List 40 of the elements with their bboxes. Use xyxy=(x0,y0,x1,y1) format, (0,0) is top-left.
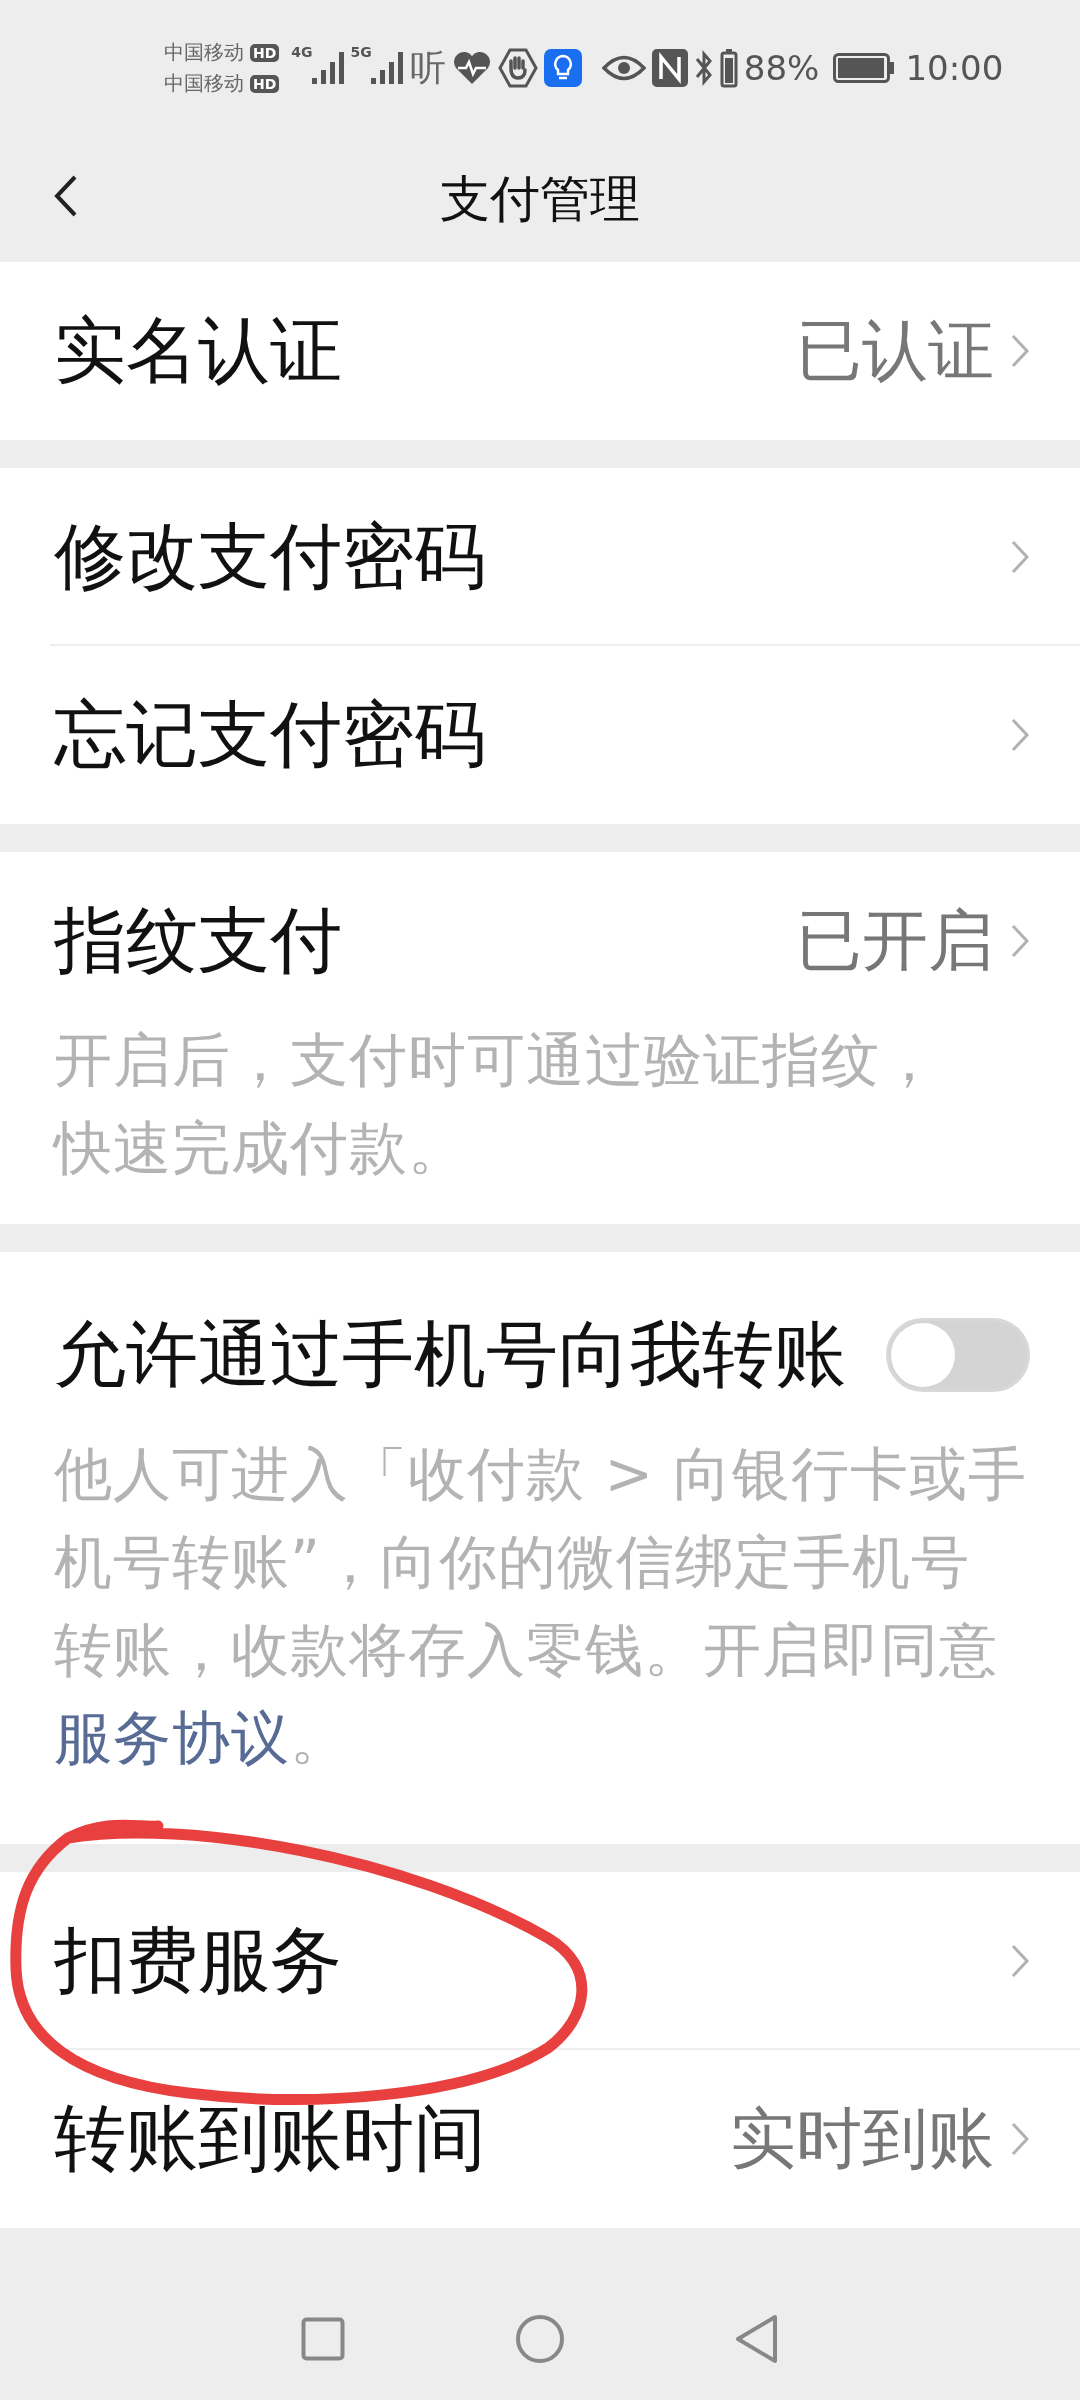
setting-description: 开启后，支付时可通过验证指纹，快速完成付款。 xyxy=(54,1025,940,1184)
battery-saver-icon xyxy=(719,48,738,88)
setting-label: 实名认证 xyxy=(54,307,343,394)
setting-value: 已认证 xyxy=(796,311,994,391)
setting-description: 他人可进入「收付款 > 向银行卡或手机号转账”，向你的微信绑定手机号转账，收款将存入零钱。开启即同意 服务协议。 xyxy=(54,1439,1029,1774)
chevron-right-icon[interactable] xyxy=(1010,539,1030,575)
setting-label: 转账到账时间 xyxy=(54,2095,487,2182)
setting-label: 忘记支付密码 xyxy=(54,691,487,778)
service-agreement-link[interactable]: 服务协议 xyxy=(54,1704,290,1772)
hand-icon xyxy=(497,48,538,88)
carrier-name: 中国移动 xyxy=(164,70,244,97)
heart-pulse-icon xyxy=(451,50,492,86)
lightbulb-icon xyxy=(543,49,582,87)
chevron-right-icon[interactable] xyxy=(1010,2121,1030,2157)
setting-label: 指纹支付 xyxy=(54,897,343,984)
setting-label: 扣费服务 xyxy=(54,1917,343,2004)
hd-badge: HD xyxy=(250,74,280,93)
battery-percent: 88% xyxy=(743,48,820,88)
network-type-label: 4G xyxy=(291,44,313,60)
setting-value: 已开启 xyxy=(796,901,994,981)
hd-badge: HD xyxy=(250,43,280,62)
signal-icon xyxy=(369,51,404,85)
audio-glyph: 听 xyxy=(409,45,446,90)
network-type-label: 5G xyxy=(350,44,372,60)
chevron-right-icon[interactable] xyxy=(1010,717,1030,753)
chevron-right-icon[interactable] xyxy=(1010,333,1030,369)
page-title: 支付管理 xyxy=(440,168,640,230)
bluetooth-icon xyxy=(693,49,714,87)
chevron-right-icon[interactable] xyxy=(1010,923,1030,959)
setting-label: 修改支付密码 xyxy=(54,513,487,600)
eye-icon xyxy=(601,53,646,83)
signal-icon xyxy=(310,51,345,85)
chevron-right-icon[interactable] xyxy=(1010,1943,1030,1979)
setting-value: 实时到账 xyxy=(730,2099,994,2179)
battery-icon xyxy=(833,53,896,83)
chevron-left-icon[interactable] xyxy=(54,174,78,218)
setting-label: 允许通过手机号向我转账 xyxy=(54,1311,847,1398)
clock-time: 10:00 xyxy=(905,48,1004,88)
carrier-name: 中国移动 xyxy=(164,39,244,66)
nfc-icon xyxy=(651,49,688,87)
